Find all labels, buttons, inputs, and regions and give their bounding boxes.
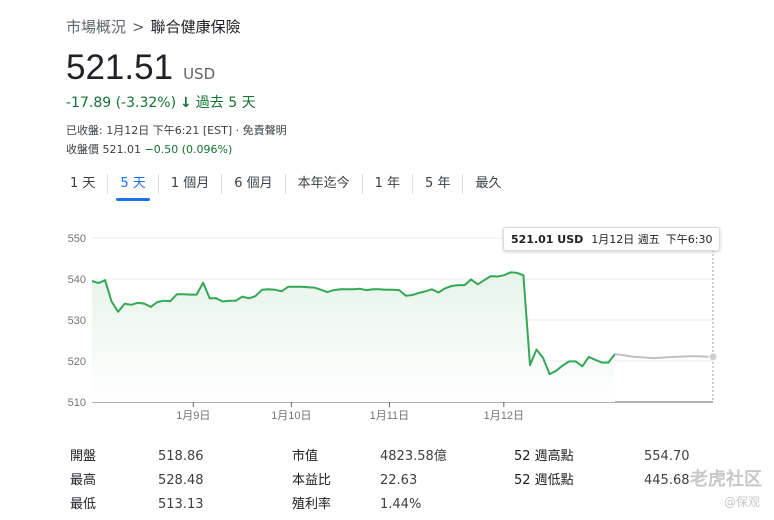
market-closed-info: 已收盤: 1月12日 下午6:21 [EST] · 免責聲明 — [66, 124, 287, 137]
tab-6m[interactable]: 6 個月 — [222, 172, 284, 196]
y-tick-label: 530 — [68, 315, 86, 327]
stock-price: 521.51 — [66, 48, 174, 87]
arrow-down-icon: ↓ — [180, 95, 192, 111]
stat-low-label: 最低 — [70, 497, 97, 512]
tab-1d[interactable]: 1 天 — [58, 172, 107, 196]
tab-ytd[interactable]: 本年迄今 — [286, 172, 362, 196]
tooltip-date: 1月12日 週五 — [591, 233, 660, 246]
tab-5y[interactable]: 5 年 — [413, 172, 462, 196]
price-change-row: -17.89 (-3.32%) ↓ 過去 5 天 — [66, 92, 256, 112]
after-hours-info: 收盤價 521.01 −0.50 (0.096%) — [66, 141, 232, 157]
stat-52wh-label: 52 週高點 — [514, 449, 574, 464]
x-tick-label: 1月9日 — [176, 410, 210, 422]
price-row: 521.51 USD — [66, 48, 215, 88]
range-tabs: 1 天 5 天 1 個月 6 個月 本年迄今 1 年 5 年 最久 — [58, 170, 513, 201]
stats-row: 最高 528.48 本益比 22.63 52 週低點 445.68 — [70, 469, 750, 493]
x-tick-label: 1月10日 — [271, 410, 311, 422]
y-tick-label: 540 — [68, 274, 86, 286]
y-tick-label: 510 — [68, 397, 86, 409]
after-hours-change: −0.50 (0.096%) — [144, 143, 233, 156]
stat-open-label: 開盤 — [70, 449, 97, 464]
change-period: 過去 5 天 — [195, 95, 256, 111]
stat-high-value: 528.48 — [158, 473, 204, 488]
stat-pe-label: 本益比 — [292, 473, 332, 488]
breadcrumb-separator: > — [132, 18, 145, 36]
x-tick-label: 1月12日 — [484, 410, 524, 422]
price-change: -17.89 (-3.32%) — [66, 95, 177, 111]
tab-1m[interactable]: 1 個月 — [159, 172, 221, 196]
watermark-handle: @保观 — [723, 495, 760, 509]
breadcrumb-parent-link[interactable]: 市場概況 — [66, 18, 126, 36]
y-tick-label: 520 — [68, 356, 86, 368]
stat-52wl-value: 445.68 — [644, 473, 690, 488]
stats-row: 最低 513.13 殖利率 1.44% — [70, 493, 750, 517]
tooltip-time: 下午6:30 — [665, 233, 713, 246]
stat-yield-value: 1.44% — [380, 497, 422, 512]
stats-row: 開盤 518.86 市值 4823.58億 52 週高點 554.70 — [70, 445, 750, 469]
after-hours-price: 收盤價 521.01 — [66, 143, 141, 156]
stat-high-label: 最高 — [70, 473, 97, 488]
after-hours-line — [614, 353, 714, 360]
stat-open-value: 518.86 — [158, 449, 204, 464]
tooltip-price: 521.01 USD — [511, 233, 584, 246]
stat-pe-value: 22.63 — [380, 473, 418, 488]
tab-5d[interactable]: 5 天 — [108, 172, 157, 201]
price-chart[interactable]: 550 540 530 520 510 1月9日 1月10日 1月11日 1月12日 — [60, 222, 725, 427]
stat-52wh-value: 554.70 — [644, 449, 690, 464]
stat-mktcap-value: 4823.58億 — [380, 449, 447, 464]
stat-52wl-label: 52 週低點 — [514, 473, 574, 488]
currency-label: USD — [183, 65, 216, 83]
chart-tooltip: 521.01 USD 1月12日 週五 下午6:30 — [503, 227, 721, 251]
watermark-logo: 老虎社区 — [690, 469, 762, 490]
stat-low-value: 513.13 — [158, 497, 204, 512]
stat-mktcap-label: 市值 — [292, 449, 319, 464]
stat-yield-label: 殖利率 — [292, 497, 332, 512]
price-area-fill — [92, 272, 615, 402]
breadcrumb-current: 聯合健康保險 — [150, 18, 241, 36]
breadcrumb: 市場概況 > 聯合健康保險 — [66, 16, 241, 37]
x-tick-label: 1月11日 — [370, 410, 410, 422]
tab-max[interactable]: 最久 — [463, 172, 513, 196]
tab-1y[interactable]: 1 年 — [363, 172, 412, 196]
hover-point — [708, 352, 718, 362]
y-tick-label: 550 — [68, 233, 86, 245]
